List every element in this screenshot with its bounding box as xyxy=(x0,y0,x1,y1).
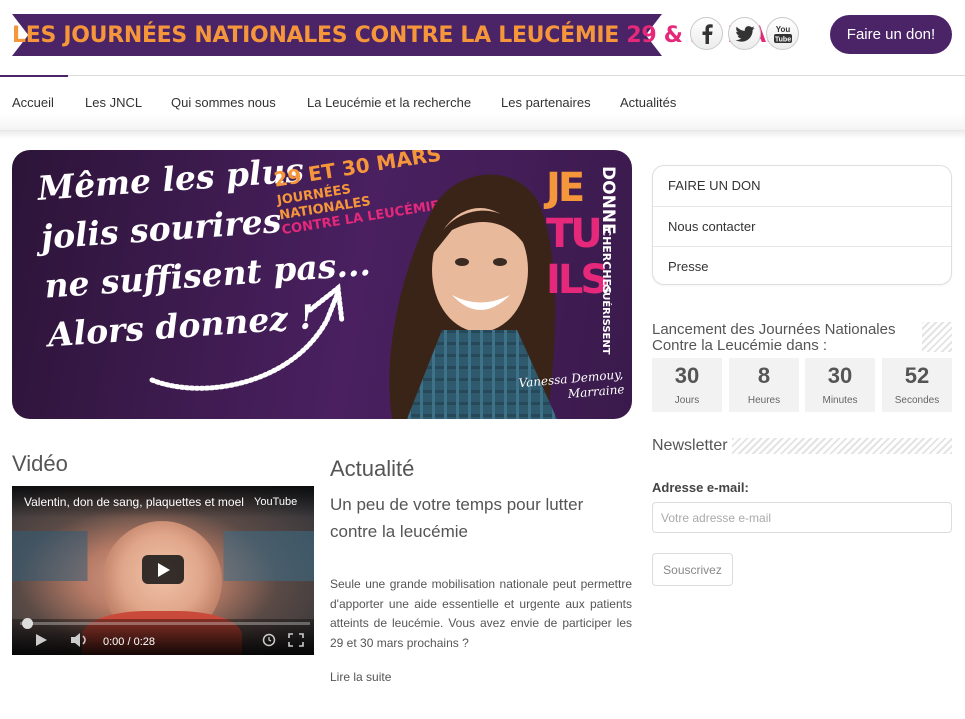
video-progress-bar[interactable] xyxy=(20,618,310,629)
fullscreen-icon[interactable] xyxy=(288,633,304,647)
hero-word-ils: ILS xyxy=(546,257,609,303)
nav-item-partenaires[interactable]: Les partenaires xyxy=(501,76,591,131)
newsletter-title-stripes xyxy=(732,438,952,454)
sidebar-item-presse[interactable]: Presse xyxy=(653,246,951,286)
countdown-days: 30 Jours xyxy=(652,358,722,412)
play-control-icon[interactable] xyxy=(34,633,48,647)
volume-icon[interactable] xyxy=(70,633,90,647)
banner-text-part1: LES JOURNÉES NATIONALES xyxy=(12,23,355,48)
nav-item-qui-sommes-nous[interactable]: Qui sommes nous xyxy=(171,76,276,131)
sidebar-menu: FAIRE UN DON Nous contacter Presse xyxy=(652,165,952,285)
campaign-banner-text: LES JOURNÉES NATIONALES CONTRE LA LEUCÉM… xyxy=(12,14,798,56)
countdown-value: 30 xyxy=(674,363,700,388)
banner-text-part2: CONTRE LA LEUCÉMIE xyxy=(354,23,627,48)
countdown-title: Lancement des Journées Nationales Contre… xyxy=(652,322,922,354)
nav-item-les-jncl[interactable]: Les JNCL xyxy=(85,76,142,131)
play-icon xyxy=(158,562,170,577)
nav-item-accueil[interactable]: Accueil xyxy=(0,75,68,131)
video-scrubber-handle[interactable] xyxy=(22,618,33,629)
main-navigation: Accueil Les JNCL Qui sommes nous La Leuc… xyxy=(0,75,965,131)
youtube-icon: You Tube xyxy=(773,25,792,43)
nav-shadow xyxy=(0,131,965,139)
video-time: 0:00 / 0:28 xyxy=(103,636,155,648)
youtube-link[interactable]: You Tube xyxy=(766,17,799,50)
read-more-link[interactable]: Lire la suite xyxy=(330,670,391,684)
countdown-header: Lancement des Journées Nationales Contre… xyxy=(652,320,952,354)
newsletter-header: Newsletter xyxy=(652,436,952,456)
twitter-bird-icon xyxy=(734,25,755,42)
clock-icon[interactable] xyxy=(262,633,276,647)
countdown-value: 52 xyxy=(904,363,930,388)
countdown-minutes: 30 Minutes xyxy=(805,358,875,412)
facebook-icon xyxy=(702,23,713,44)
countdown-label: Heures xyxy=(747,395,781,406)
twitter-link[interactable] xyxy=(728,17,761,50)
video-controls: 0:00 / 0:28 xyxy=(12,618,314,655)
site-header: LES JOURNÉES NATIONALES CONTRE LA LEUCÉM… xyxy=(0,0,965,76)
nav-item-actualites[interactable]: Actualités xyxy=(620,76,676,131)
chalk-arrow-icon xyxy=(149,283,345,391)
sidebar-item-faire-un-don[interactable]: FAIRE UN DON xyxy=(653,166,951,206)
video-player[interactable]: Valentin, don de sang, plaquettes et moe… xyxy=(12,486,314,655)
svg-text:Tube: Tube xyxy=(774,36,790,43)
video-caption[interactable]: Valentin, don de sang, plaquettes et moe… xyxy=(24,495,244,509)
sidebar-item-nous-contacter[interactable]: Nous contacter xyxy=(653,206,951,246)
countdown-seconds: 52 Secondes xyxy=(882,358,952,412)
newsletter-title: Newsletter xyxy=(652,437,728,454)
hero-word-guerissent: GUÉRISSENT xyxy=(600,284,611,355)
svg-text:You: You xyxy=(775,25,790,34)
countdown-label: Minutes xyxy=(822,395,858,406)
donate-button[interactable]: Faire un don! xyxy=(830,15,952,54)
hero-banner[interactable]: Même les plus jolis sourires ne suffisen… xyxy=(12,150,632,419)
countdown-value: 30 xyxy=(827,363,853,388)
news-excerpt: Seule une grande mobilisation nationale … xyxy=(330,577,632,650)
video-section-title: Vidéo xyxy=(12,451,68,476)
hero-word-donne: DONNE xyxy=(598,166,618,235)
countdown-hours: 8 Heures xyxy=(729,358,799,412)
youtube-logo[interactable]: YouTube xyxy=(254,496,297,508)
play-button[interactable] xyxy=(142,555,184,584)
news-section-title: Actualité xyxy=(330,456,415,481)
facebook-link[interactable] xyxy=(690,17,723,50)
news-headline[interactable]: Un peu de votre temps pour lutter contre… xyxy=(330,491,630,545)
nav-item-leucemie-recherche[interactable]: La Leucémie et la recherche xyxy=(307,76,471,131)
countdown-label: Secondes xyxy=(894,395,940,406)
countdown-label: Jours xyxy=(674,395,700,406)
subscribe-button[interactable]: Souscrivez xyxy=(652,553,733,586)
email-input[interactable] xyxy=(652,502,952,533)
countdown-value: 8 xyxy=(757,363,771,388)
email-label: Adresse e-mail: xyxy=(652,480,749,495)
